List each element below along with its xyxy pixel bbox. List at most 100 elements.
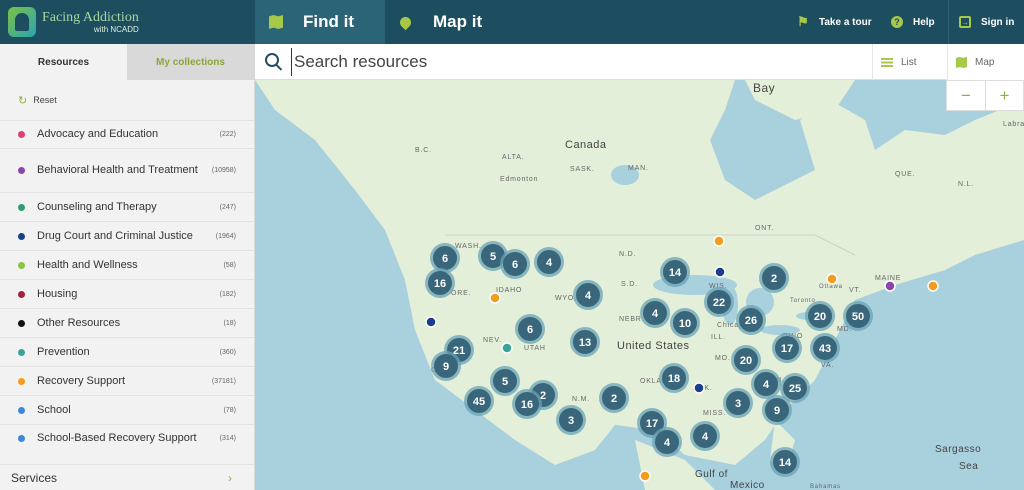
resource-cluster[interactable]: 22: [704, 287, 734, 317]
category-color-dot: [18, 167, 25, 174]
map-label: N.M.: [572, 396, 590, 403]
resource-cluster[interactable]: 4: [573, 280, 603, 310]
map-label: UTAH: [524, 345, 546, 352]
resource-cluster[interactable]: 4: [640, 298, 670, 328]
location-pin-icon: [397, 14, 414, 30]
cluster-count: 5: [502, 376, 508, 388]
resource-marker[interactable]: [884, 280, 896, 292]
category-item[interactable]: School-Based Recovery Support (314): [0, 424, 254, 452]
category-label: School: [37, 403, 71, 416]
resource-cluster[interactable]: 3: [723, 388, 753, 418]
resource-cluster[interactable]: 6: [430, 243, 460, 273]
resource-cluster[interactable]: 20: [731, 345, 761, 375]
resource-marker[interactable]: [927, 280, 939, 292]
map-label: ONT.: [755, 225, 774, 232]
resource-cluster[interactable]: 14: [770, 447, 800, 477]
cluster-count: 26: [745, 315, 757, 327]
cluster-count: 50: [852, 311, 864, 323]
resource-cluster[interactable]: 3: [556, 405, 586, 435]
cluster-count: 45: [473, 396, 485, 408]
category-label: School-Based Recovery Support: [37, 432, 197, 444]
category-item[interactable]: School (78): [0, 395, 254, 424]
resource-cluster[interactable]: 50: [843, 301, 873, 331]
resource-marker[interactable]: [826, 273, 838, 285]
map-label: MISS.: [703, 410, 726, 417]
list-view-button[interactable]: List: [872, 44, 947, 80]
resource-cluster[interactable]: 4: [652, 427, 682, 457]
tab-my-collections[interactable]: My collections: [127, 44, 254, 80]
take-tour-button[interactable]: ⚑ Take a tour: [797, 0, 872, 44]
resource-cluster[interactable]: 13: [570, 327, 600, 357]
resource-cluster[interactable]: 2: [599, 383, 629, 413]
category-item[interactable]: Recovery Support (37181): [0, 366, 254, 395]
resource-cluster[interactable]: 9: [762, 395, 792, 425]
cluster-count: 25: [789, 383, 801, 395]
zoom-out-button[interactable]: −: [947, 81, 985, 110]
resource-cluster[interactable]: 20: [805, 301, 835, 331]
reset-button[interactable]: ↻ Reset: [0, 80, 254, 120]
resource-cluster[interactable]: 4: [690, 421, 720, 451]
category-item[interactable]: Behavioral Health and Treatment (10958): [0, 148, 254, 192]
services-section-toggle[interactable]: Services ›: [0, 464, 254, 490]
list-icon: [881, 57, 893, 67]
category-item[interactable]: Health and Wellness (58): [0, 250, 254, 279]
resource-cluster[interactable]: 17: [772, 333, 802, 363]
nav-tab-find-it[interactable]: Find it: [255, 0, 385, 44]
map-view-button[interactable]: Map: [947, 44, 1024, 80]
cluster-count: 9: [443, 361, 449, 373]
category-item[interactable]: Advocacy and Education (222): [0, 120, 254, 148]
map-label: SASK.: [570, 166, 595, 173]
category-item[interactable]: Other Resources (18): [0, 308, 254, 337]
category-label: Other Resources: [37, 316, 121, 329]
search-icon[interactable]: [265, 53, 279, 67]
resource-cluster[interactable]: 6: [515, 314, 545, 344]
category-item[interactable]: Prevention (360): [0, 337, 254, 366]
search-input[interactable]: [291, 48, 851, 76]
category-item[interactable]: Counseling and Therapy (247): [0, 192, 254, 221]
resource-cluster[interactable]: 26: [736, 305, 766, 335]
cluster-count: 17: [781, 343, 793, 355]
map-label: WASH.: [455, 243, 482, 250]
resource-cluster[interactable]: 14: [660, 257, 690, 287]
zoom-in-button[interactable]: +: [985, 81, 1023, 110]
resource-marker[interactable]: [693, 382, 705, 394]
resource-cluster[interactable]: 9: [431, 351, 461, 381]
resource-marker[interactable]: [639, 470, 651, 482]
resource-marker[interactable]: [489, 292, 501, 304]
resource-cluster[interactable]: 4: [534, 247, 564, 277]
resource-cluster[interactable]: 4: [751, 369, 781, 399]
resource-cluster[interactable]: 10: [670, 308, 700, 338]
resource-cluster[interactable]: 18: [659, 363, 689, 393]
category-color-dot: [18, 348, 25, 356]
cluster-count: 43: [819, 343, 831, 355]
resource-map[interactable]: Bay Canada B.C. ALTA. SASK. MAN. Edmonton ONT. Q…: [255, 80, 1024, 490]
nav-tab-map-it[interactable]: Map it: [397, 0, 520, 44]
brand-logo[interactable]: Facing Addiction with NCADD: [8, 4, 148, 40]
category-item[interactable]: Housing (182): [0, 279, 254, 308]
map-label: VA.: [821, 362, 834, 369]
top-nav-bar: Facing Addiction with NCADD Find it Map …: [0, 0, 1024, 44]
category-item[interactable]: Drug Court and Criminal Justice (1964): [0, 221, 254, 250]
take-tour-label: Take a tour: [819, 16, 872, 28]
resource-marker[interactable]: [714, 266, 726, 278]
resource-marker[interactable]: [713, 235, 725, 247]
resource-marker[interactable]: [501, 342, 513, 354]
resource-marker[interactable]: [425, 316, 437, 328]
map-label: Canada: [565, 139, 607, 151]
resource-cluster[interactable]: 45: [464, 386, 494, 416]
sidebar: Resources My collections ↻ Reset Advocac…: [0, 44, 255, 490]
tab-resources[interactable]: Resources: [0, 44, 127, 80]
sign-in-button[interactable]: → Sign in: [948, 0, 1024, 44]
resource-cluster[interactable]: 6: [500, 249, 530, 279]
map-label: ILL.: [711, 334, 726, 341]
resource-cluster[interactable]: 16: [425, 268, 455, 298]
cluster-count: 2: [771, 273, 777, 285]
resource-cluster[interactable]: 5: [490, 366, 520, 396]
map-canvas[interactable]: Bay Canada B.C. ALTA. SASK. MAN. Edmonton ONT. Q…: [255, 80, 1024, 490]
map-label: IDAHO: [496, 287, 522, 294]
help-button[interactable]: ? Help: [891, 0, 935, 44]
brand-title: Facing Addiction: [42, 9, 139, 25]
resource-cluster[interactable]: 2: [759, 263, 789, 293]
resource-cluster[interactable]: 43: [810, 333, 840, 363]
resource-cluster[interactable]: 16: [512, 389, 542, 419]
